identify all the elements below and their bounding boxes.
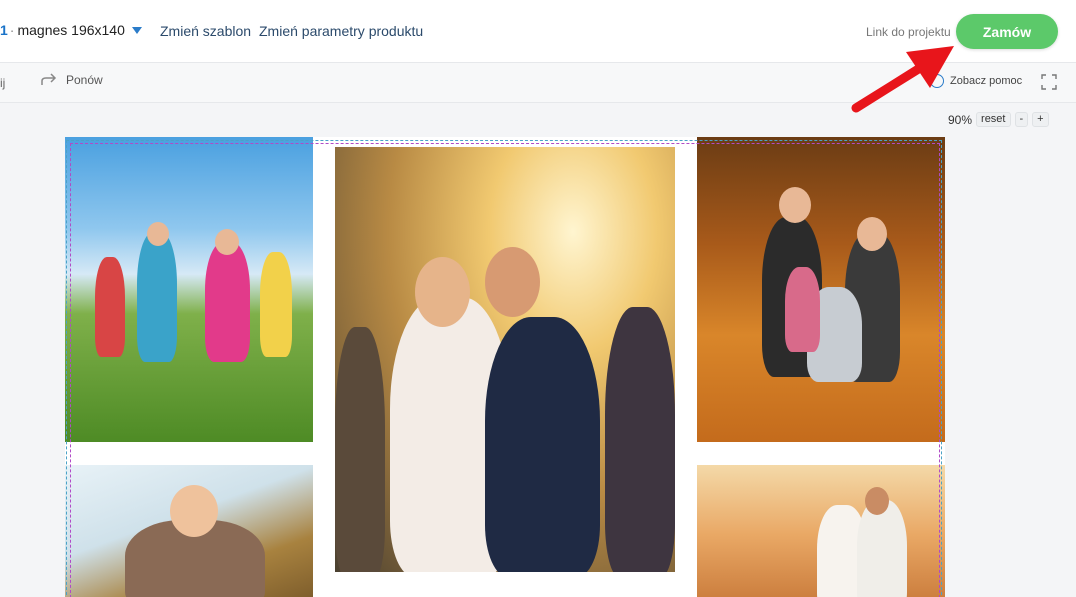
zoom-in-button[interactable]: +: [1032, 112, 1049, 127]
redo-label: Ponów: [66, 73, 103, 87]
chevron-down-icon[interactable]: [132, 27, 142, 34]
product-selector[interactable]: 1 · magnes 196x140: [0, 22, 125, 38]
annotation-arrow-icon: [851, 46, 954, 113]
change-params-link[interactable]: Zmień parametry produktu: [259, 23, 423, 39]
product-number: 1: [0, 22, 8, 38]
project-link[interactable]: Link do projektu: [866, 25, 951, 39]
zoom-controls: 90% reset - +: [948, 112, 1049, 127]
undo-label-fragment[interactable]: ij: [0, 76, 5, 90]
zoom-level: 90%: [948, 112, 973, 127]
zoom-out-button[interactable]: -: [1014, 112, 1029, 127]
design-canvas[interactable]: [65, 137, 945, 597]
redo-icon: [41, 73, 57, 85]
safe-area-guide-line: [70, 143, 940, 597]
help-label: Zobacz pomoc: [950, 75, 1023, 87]
redo-button[interactable]: Ponów: [40, 73, 103, 87]
change-template-link[interactable]: Zmień szablon: [160, 23, 251, 39]
order-button[interactable]: Zamów: [956, 14, 1058, 49]
zoom-reset-button[interactable]: reset: [976, 112, 1011, 127]
product-name: magnes 196x140: [17, 22, 125, 38]
fullscreen-icon[interactable]: [1041, 74, 1057, 90]
product-separator: ·: [9, 22, 15, 38]
